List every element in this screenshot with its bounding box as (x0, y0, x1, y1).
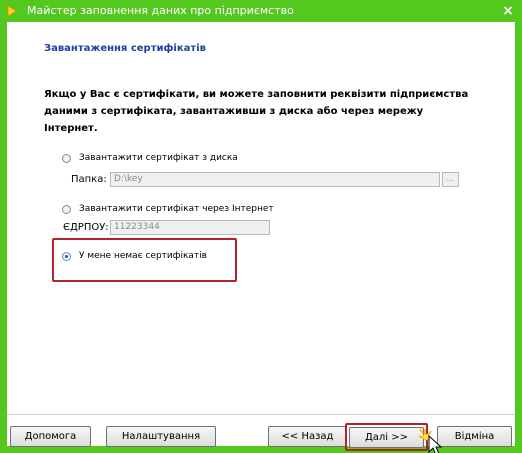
title-bar[interactable]: Майстер заповнення даних про підприємств… (0, 0, 522, 22)
edrpou-label: ЄДРПОУ: (63, 222, 109, 233)
footer-divider (7, 414, 515, 415)
radio-label: Завантажити сертифікат через Інтернет (79, 204, 274, 214)
radio-load-from-internet[interactable]: Завантажити сертифікат через Інтернет (62, 204, 274, 214)
back-button[interactable]: << Назад (268, 426, 347, 447)
help-button[interactable]: Допомога (10, 426, 91, 447)
wizard-window: Майстер заповнення даних про підприємств… (0, 0, 522, 453)
app-logo-icon (7, 5, 17, 17)
wizard-content: Завантаження сертифікатів Якщо у Вас є с… (7, 22, 515, 453)
folder-path-field[interactable]: D:\key (110, 172, 440, 187)
radio-label: Завантажити сертифікат з диска (79, 153, 238, 163)
next-button[interactable]: Далі >> (349, 427, 424, 448)
edrpou-field[interactable]: 11223344 (110, 220, 270, 235)
radio-button[interactable] (62, 204, 71, 214)
radio-button-selected[interactable] (62, 251, 71, 261)
close-icon[interactable]: × (500, 2, 516, 20)
radio-button[interactable] (62, 153, 71, 163)
browse-button[interactable]: ... (442, 172, 459, 187)
window-title: Майстер заповнення даних про підприємств… (27, 4, 294, 17)
mouse-cursor-icon (418, 428, 443, 453)
radio-load-from-disk[interactable]: Завантажити сертифікат з диска (62, 153, 238, 163)
radio-no-certificates[interactable]: У мене немає сертифікатів (62, 251, 207, 261)
radio-label: У мене немає сертифікатів (79, 251, 207, 261)
folder-label: Папка: (71, 174, 107, 185)
intro-text: Якщо у Вас є сертифікати, ви можете запо… (44, 89, 469, 134)
page-title: Завантаження сертифікатів (44, 43, 206, 54)
settings-button[interactable]: Налаштування (106, 426, 216, 447)
